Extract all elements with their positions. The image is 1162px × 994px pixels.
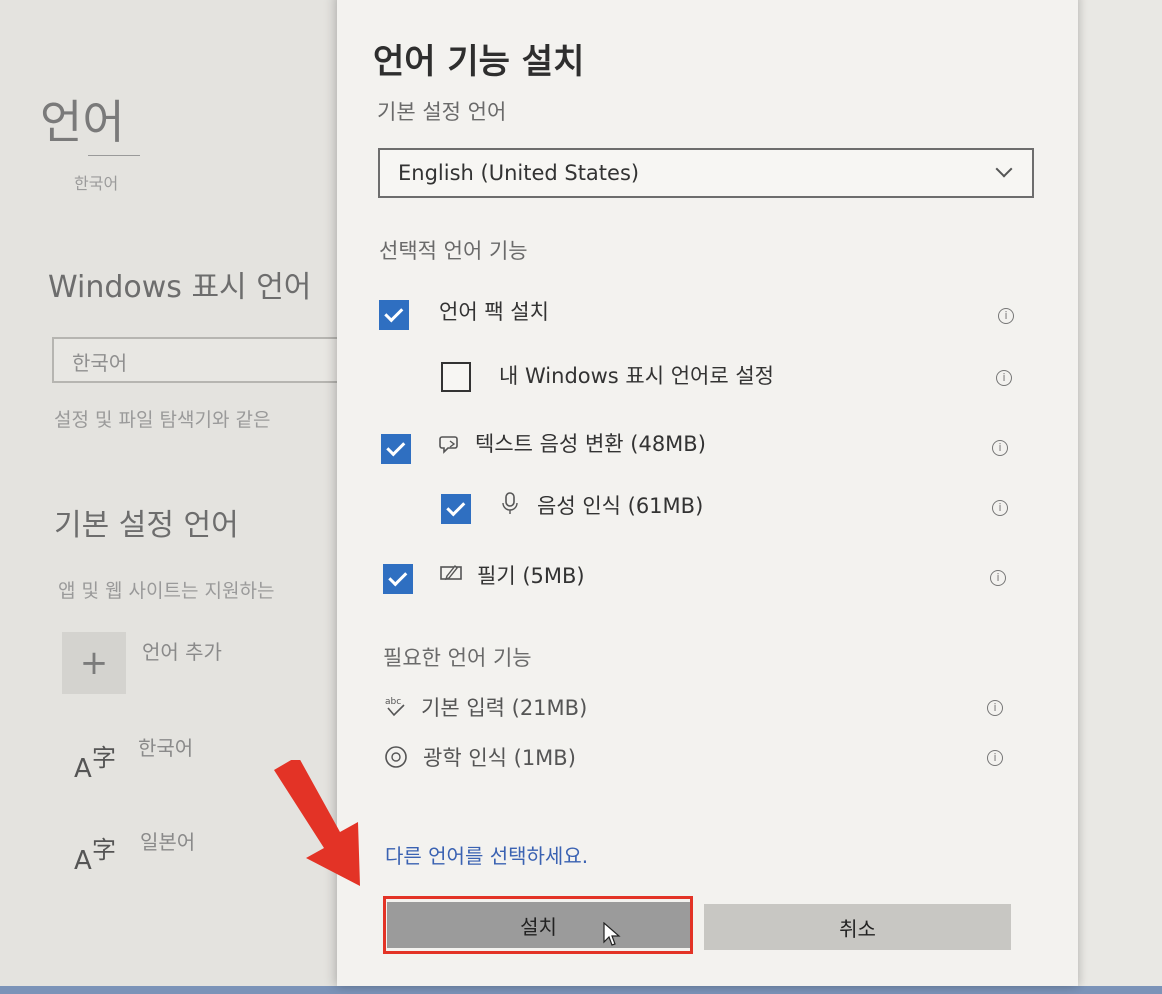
- ocr-label: 광학 인식 (1MB): [423, 746, 576, 770]
- taskbar-edge: [0, 986, 1162, 994]
- red-arrow-annotation: [274, 760, 360, 886]
- speech-recognition-checkbox[interactable]: [441, 494, 471, 524]
- handwriting-label: 필기 (5MB): [477, 564, 585, 588]
- plus-icon: +: [79, 643, 109, 683]
- preferred-languages-description: 앱 및 웹 사이트는 지원하는: [58, 580, 275, 602]
- info-icon[interactable]: i: [992, 440, 1008, 456]
- preferred-language-label: 기본 설정 언어: [377, 100, 507, 124]
- text-to-speech-label: 텍스트 음성 변환 (48MB): [475, 432, 706, 456]
- add-language-label[interactable]: 언어 추가: [142, 636, 222, 665]
- title-underline: [88, 155, 140, 156]
- language-icon: A字: [74, 836, 116, 876]
- speech-recognition-label: 음성 인식 (61MB): [537, 494, 704, 518]
- info-icon[interactable]: i: [992, 500, 1008, 516]
- handwriting-checkbox[interactable]: [383, 564, 413, 594]
- preferred-language-value: English (United States): [398, 161, 640, 185]
- speech-bubble-icon: [439, 436, 458, 454]
- display-language-heading: Windows 표시 언어: [48, 270, 312, 305]
- set-display-language-checkbox[interactable]: [441, 362, 471, 392]
- handwriting-icon: [440, 564, 462, 581]
- required-features-heading: 필요한 언어 기능: [383, 646, 532, 670]
- microphone-icon: [502, 492, 518, 514]
- language-pack-label: 언어 팩 설치: [439, 300, 549, 324]
- language-item-korean[interactable]: 한국어: [138, 732, 193, 761]
- dialog-title: 언어 기능 설치: [373, 42, 585, 82]
- info-icon[interactable]: i: [996, 370, 1012, 386]
- background-right-edge: [1078, 0, 1162, 994]
- info-icon[interactable]: i: [990, 570, 1006, 586]
- info-icon[interactable]: i: [987, 750, 1003, 766]
- basic-typing-label: 기본 입력 (21MB): [421, 696, 588, 720]
- page-title: 언어: [40, 95, 125, 149]
- chevron-down-icon: [995, 160, 1013, 178]
- language-pack-checkbox[interactable]: [379, 300, 409, 330]
- optional-features-heading: 선택적 언어 기능: [379, 239, 528, 263]
- choose-other-language-link[interactable]: 다른 언어를 선택하세요.: [385, 840, 588, 869]
- info-icon[interactable]: i: [998, 308, 1014, 324]
- breadcrumb: 한국어: [74, 174, 119, 193]
- install-button-highlight: [383, 896, 693, 954]
- preferred-language-dropdown[interactable]: English (United States): [378, 148, 1034, 198]
- eye-icon: [385, 746, 407, 768]
- preferred-languages-heading: 기본 설정 언어: [54, 508, 239, 543]
- keyboard-input-icon: abc: [385, 697, 405, 717]
- set-display-language-label: 내 Windows 표시 언어로 설정: [499, 364, 775, 388]
- display-language-select[interactable]: 한국어: [52, 337, 352, 383]
- install-language-features-dialog: 언어 기능 설치 기본 설정 언어 English (United States…: [337, 0, 1078, 986]
- add-language-button[interactable]: +: [62, 632, 126, 694]
- svg-text:abc: abc: [385, 697, 401, 707]
- language-icon: A字: [74, 744, 116, 784]
- cancel-button-label: 취소: [839, 916, 876, 941]
- language-item-japanese[interactable]: 일본어: [140, 826, 195, 855]
- cancel-button[interactable]: 취소: [704, 904, 1011, 950]
- text-to-speech-checkbox[interactable]: [381, 434, 411, 464]
- display-language-description: 설정 및 파일 탐색기와 같은: [54, 409, 271, 431]
- info-icon[interactable]: i: [987, 700, 1003, 716]
- mouse-cursor-icon: [603, 922, 621, 946]
- display-language-value: 한국어: [72, 351, 128, 375]
